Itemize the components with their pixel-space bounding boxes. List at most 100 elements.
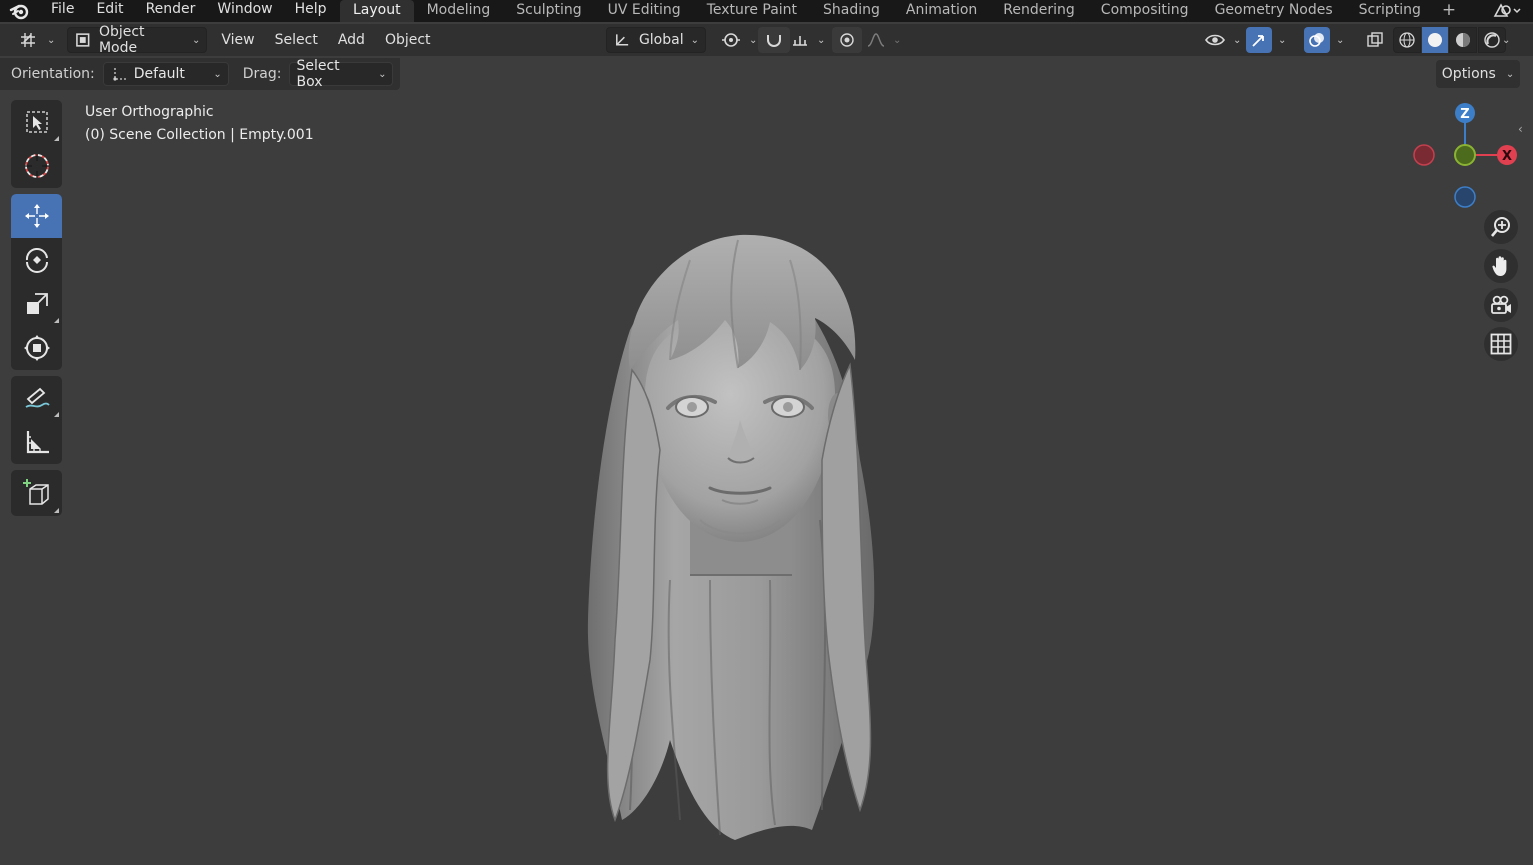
- menu-add[interactable]: Add: [332, 27, 371, 53]
- menu-view[interactable]: View: [215, 27, 260, 53]
- zoom-magnifier-icon: [1491, 217, 1510, 237]
- camera-icon: [1491, 295, 1511, 314]
- menu-render[interactable]: Render: [135, 0, 207, 22]
- tab-geometry-nodes[interactable]: Geometry Nodes: [1202, 0, 1346, 22]
- chevron-down-icon: ⌄: [749, 34, 758, 46]
- add-cube-tool[interactable]: [11, 470, 62, 516]
- move-tool[interactable]: [11, 194, 62, 238]
- workspace-tabs: Layout Modeling Sculpting UV Editing Tex…: [340, 0, 1464, 22]
- add-cube-icon: [22, 479, 49, 505]
- tool-submenu-indicator: [54, 412, 59, 417]
- tool-submenu-indicator: [54, 318, 59, 323]
- chevron-down-icon: ⌄: [1505, 68, 1515, 80]
- tab-modeling[interactable]: Modeling: [414, 0, 504, 22]
- add-workspace-icon[interactable]: +: [1434, 0, 1464, 22]
- chevron-down-icon: ⌄: [1233, 34, 1242, 46]
- orientation-axes-icon: [616, 34, 629, 46]
- viewport-grid-icon: [21, 33, 35, 47]
- gizmo-y-icon[interactable]: [1454, 144, 1476, 166]
- annotate-pen-icon: [25, 387, 50, 408]
- orientation-gizmo-icon: [113, 68, 126, 81]
- toggle-perspective-button[interactable]: [1484, 327, 1518, 361]
- proportional-editing-icon: [840, 33, 854, 47]
- rotate-tool[interactable]: [11, 238, 62, 282]
- solid-shading-button[interactable]: [1422, 27, 1448, 53]
- sidebar-toggle-chevron-icon[interactable]: ‹: [1518, 122, 1523, 136]
- wireframe-sphere-icon: [1399, 32, 1415, 48]
- transform-icon: [23, 335, 50, 361]
- drag-dropdown[interactable]: Select Box ⌄: [289, 58, 394, 90]
- visibility-dropdown[interactable]: ⌄: [1198, 27, 1247, 53]
- cursor-tool[interactable]: [11, 144, 62, 188]
- orientation-label: Orientation:: [11, 66, 95, 82]
- chevron-down-icon: ⌄: [1278, 34, 1287, 46]
- gizmo-toggle[interactable]: [1246, 27, 1272, 53]
- pan-button[interactable]: [1484, 249, 1518, 283]
- menu-edit[interactable]: Edit: [85, 0, 134, 22]
- drag-value: Select Box: [296, 58, 340, 90]
- chevron-down-icon: ⌄: [47, 34, 56, 46]
- proportional-falloff-dropdown[interactable]: ⌄: [860, 27, 907, 53]
- gizmo-neg-x-icon[interactable]: [1413, 144, 1435, 166]
- chevron-down-icon: ⌄: [1502, 34, 1511, 46]
- navigation-gizmo[interactable]: Z X: [1405, 100, 1523, 215]
- xray-toggle[interactable]: [1362, 27, 1388, 53]
- chevron-down-icon: ⌄: [1336, 34, 1345, 46]
- blender-logo-icon[interactable]: [0, 0, 40, 22]
- tab-layout[interactable]: Layout: [340, 0, 414, 22]
- menu-select[interactable]: Select: [269, 27, 324, 53]
- orientation-dropdown[interactable]: Default ⌄: [102, 62, 229, 86]
- overlays-dropdown[interactable]: ⌄: [1330, 27, 1346, 53]
- snap-target-dropdown[interactable]: ⌄: [784, 27, 831, 53]
- scale-tool[interactable]: [11, 282, 62, 326]
- menu-window[interactable]: Window: [206, 0, 283, 22]
- tab-rendering[interactable]: Rendering: [990, 0, 1088, 22]
- annotate-tool[interactable]: [11, 376, 62, 420]
- tab-sculpting[interactable]: Sculpting: [503, 0, 594, 22]
- mode-dropdown[interactable]: Object Mode ⌄: [67, 24, 208, 56]
- pivot-icon: [722, 33, 740, 47]
- options-dropdown[interactable]: Options ⌄: [1436, 60, 1520, 88]
- solid-sphere-icon: [1428, 33, 1442, 47]
- menu-help[interactable]: Help: [284, 0, 338, 22]
- material-shading-button[interactable]: [1449, 27, 1477, 53]
- tool-shelf: [11, 100, 62, 522]
- rotate-icon: [25, 248, 48, 273]
- shading-dropdown[interactable]: ⌄: [1496, 27, 1512, 53]
- editor-type-button[interactable]: ⌄: [12, 27, 61, 53]
- gizmo-x-label: X: [1502, 149, 1512, 164]
- shading-mode-buttons: [1393, 27, 1506, 53]
- menu-object[interactable]: Object: [379, 27, 437, 53]
- gizmo-neg-z-icon[interactable]: [1454, 186, 1476, 208]
- tab-compositing[interactable]: Compositing: [1088, 0, 1202, 22]
- gizmo-dropdown[interactable]: ⌄: [1272, 27, 1288, 53]
- transform-orientation-dropdown[interactable]: Global ⌄: [606, 27, 706, 53]
- overlays-icon: [1309, 33, 1324, 47]
- tab-animation[interactable]: Animation: [893, 0, 990, 22]
- tab-scripting[interactable]: Scripting: [1346, 0, 1434, 22]
- tab-shading[interactable]: Shading: [810, 0, 893, 22]
- proportional-editing-toggle[interactable]: [832, 27, 862, 53]
- wireframe-shading-button[interactable]: [1393, 27, 1421, 53]
- camera-view-button[interactable]: [1484, 288, 1518, 322]
- head-model[interactable]: [560, 220, 900, 854]
- tool-group-transform: [11, 194, 62, 370]
- tab-texture-paint[interactable]: Texture Paint: [694, 0, 810, 22]
- overlays-toggle[interactable]: [1304, 27, 1330, 53]
- measure-tool[interactable]: [11, 420, 62, 464]
- zoom-button[interactable]: [1484, 210, 1518, 244]
- xray-icon: [1367, 32, 1383, 47]
- drag-label: Drag:: [242, 66, 282, 82]
- select-box-tool[interactable]: [11, 100, 62, 144]
- view-navigation-buttons: [1484, 210, 1520, 366]
- pivot-point-button[interactable]: ⌄: [714, 27, 763, 53]
- tab-uv-editing[interactable]: UV Editing: [595, 0, 694, 22]
- chevron-down-icon: ⌄: [378, 68, 387, 80]
- chevron-down-icon: ⌄: [213, 68, 222, 80]
- scene-selector-icon[interactable]: [1489, 0, 1525, 22]
- transform-tool[interactable]: [11, 326, 62, 370]
- menu-file[interactable]: File: [40, 0, 85, 22]
- cursor-crosshair-icon: [24, 154, 49, 178]
- tool-settings-bar: Orientation: Default ⌄ Drag: Select Box …: [0, 58, 400, 90]
- scale-icon: [26, 293, 48, 314]
